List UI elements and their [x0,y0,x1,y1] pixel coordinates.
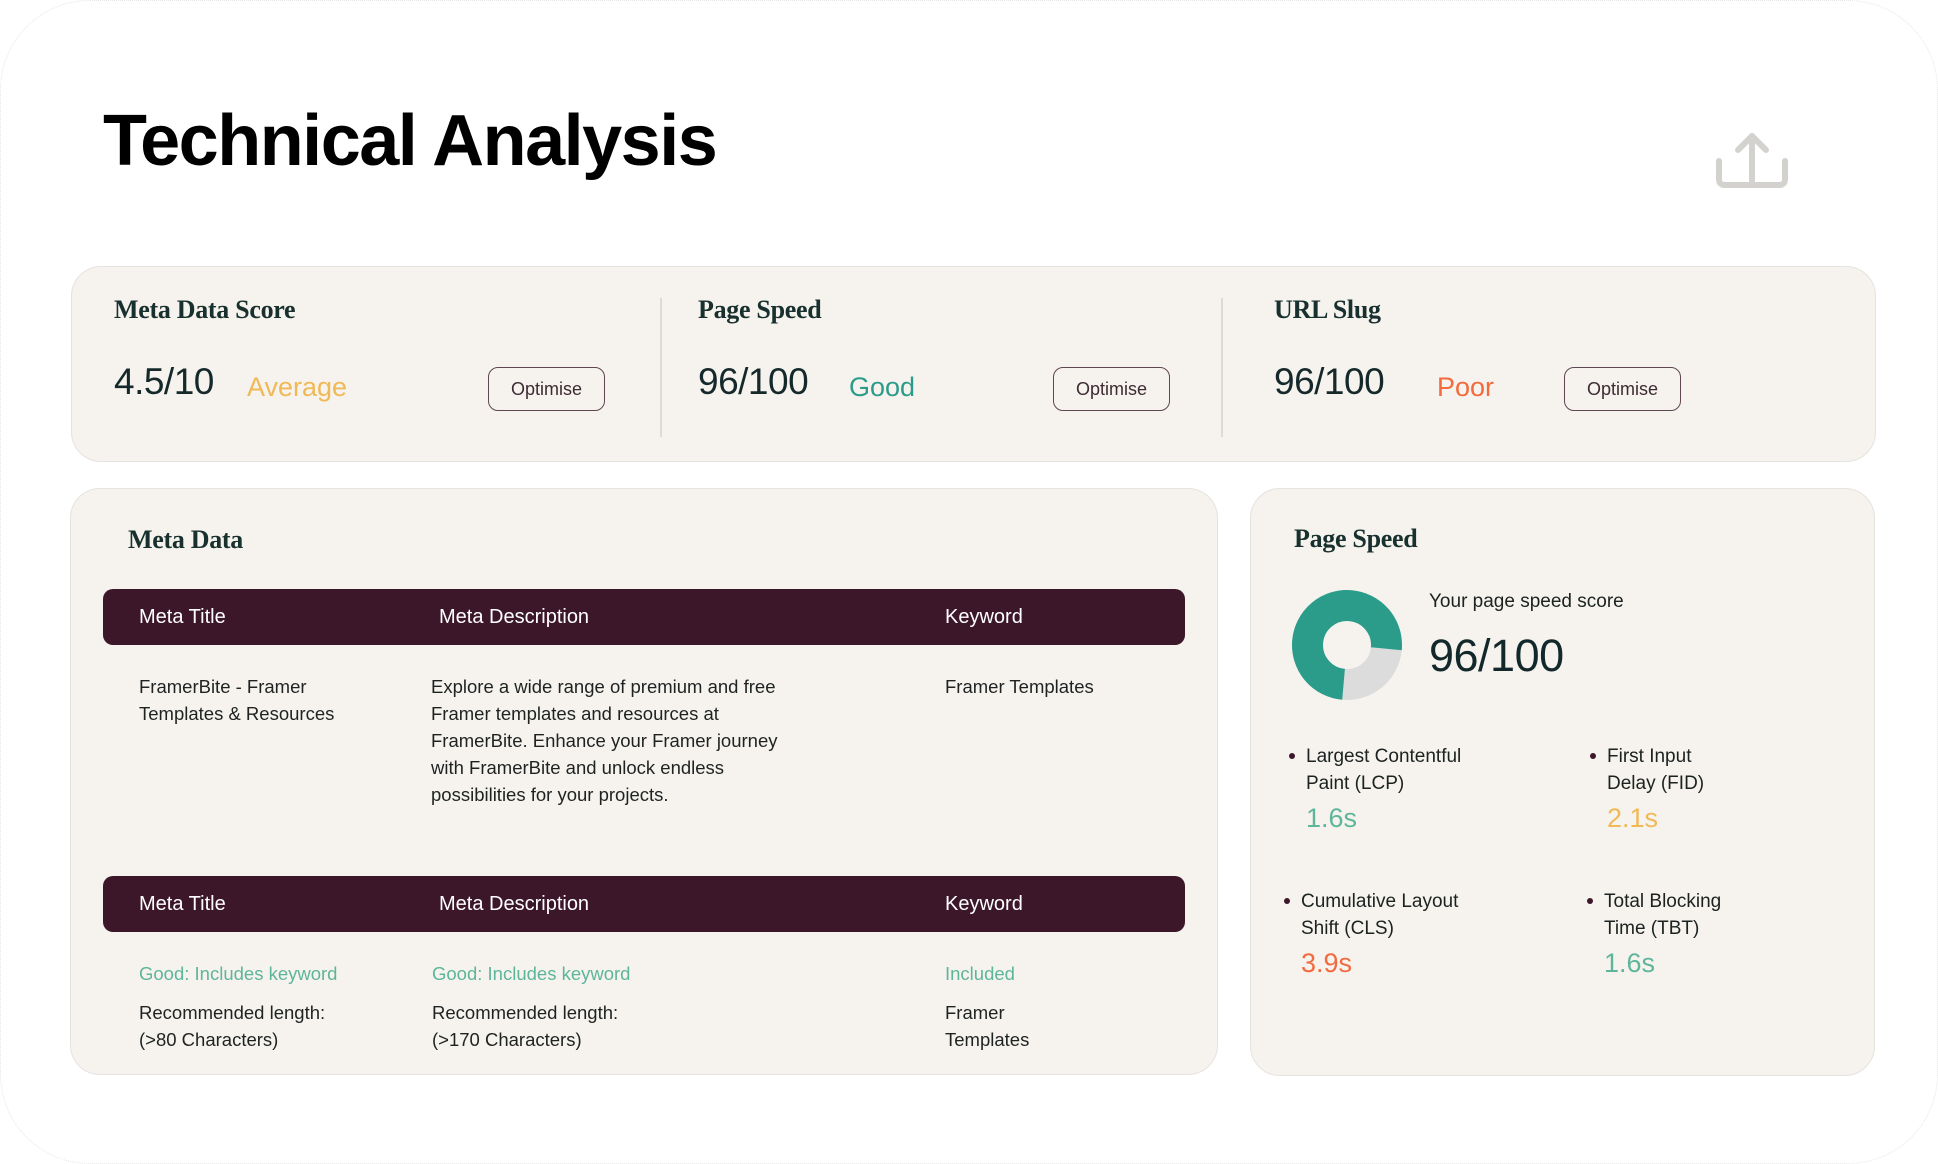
meta-data-card: Meta Data Meta Title Meta Description Ke… [70,488,1218,1075]
meta-title-cell: FramerBite - Framer Templates & Resource… [139,676,335,724]
metric-label: Largest Contentful Paint (LCP) [1306,746,1462,794]
column-header-meta-title: Meta Title [139,893,226,915]
keyword-status: Included [945,963,1015,984]
panel-title: Page Speed [1294,524,1418,553]
metric-label: Cumulative Layout Shift (CLS) [1301,891,1459,939]
table-header: Meta Title Meta Description Keyword [103,876,1185,932]
optimise-button[interactable]: Optimise [1053,367,1170,411]
score-summary-card: Meta Data Score 4.5/10 Average Optimise … [71,266,1876,462]
column-header-meta-description: Meta Description [439,606,590,628]
optimise-button[interactable]: Optimise [488,367,605,411]
page-title: Technical Analysis [103,101,718,181]
meta-description-status: Good: Includes keyword [432,963,631,984]
metric-value: 1.6s [1306,803,1358,833]
score-value: 4.5/10 [114,361,214,402]
score-status: Good [849,372,916,402]
share-button[interactable] [1713,115,1791,191]
speed-score-value: 96/100 [1429,630,1564,681]
metric-label: Total Blocking Time (TBT) [1604,891,1722,939]
bullet-icon [1289,753,1295,759]
meta-title-recommendation: Recommended length: (>80 Characters) [139,1002,326,1050]
score-title: Page Speed [698,295,822,324]
score-status: Poor [1437,372,1495,402]
share-upload-icon [1716,133,1788,188]
score-title: Meta Data Score [114,295,296,324]
column-header-keyword: Keyword [945,893,1023,915]
metric-value: 1.6s [1604,948,1656,978]
page-speed-card: Page Speed Your page speed score 96/100 … [1250,488,1875,1076]
divider [660,298,662,437]
metric-value: 3.9s [1301,948,1353,978]
page-frame: Technical Analysis Meta Data Score 4.5/1… [0,0,1938,1164]
table-header: Meta Title Meta Description Keyword [103,589,1185,645]
score-value: 96/100 [698,361,809,402]
score-status: Average [247,372,348,402]
meta-description-cell: Explore a wide range of premium and free… [431,676,778,805]
meta-title-status: Good: Includes keyword [139,963,338,984]
score-title: URL Slug [1274,295,1381,324]
optimise-button[interactable]: Optimise [1564,367,1681,411]
column-header-meta-title: Meta Title [139,606,226,628]
keyword-value: Framer Templates [945,1002,1030,1050]
divider [1221,298,1223,437]
meta-description-recommendation: Recommended length: (>170 Characters) [432,1002,619,1050]
column-header-meta-description: Meta Description [439,893,590,915]
keyword-cell: Framer Templates [945,676,1094,697]
speed-score-label: Your page speed score [1429,591,1624,612]
bullet-icon [1284,898,1290,904]
metric-value: 2.1s [1607,803,1659,833]
score-value: 96/100 [1274,361,1385,402]
column-header-keyword: Keyword [945,606,1023,628]
bullet-icon [1590,753,1596,759]
bullet-icon [1587,898,1593,904]
metric-label: First Input Delay (FID) [1607,746,1705,794]
panel-title: Meta Data [128,525,243,554]
page-speed-donut [1292,590,1402,700]
